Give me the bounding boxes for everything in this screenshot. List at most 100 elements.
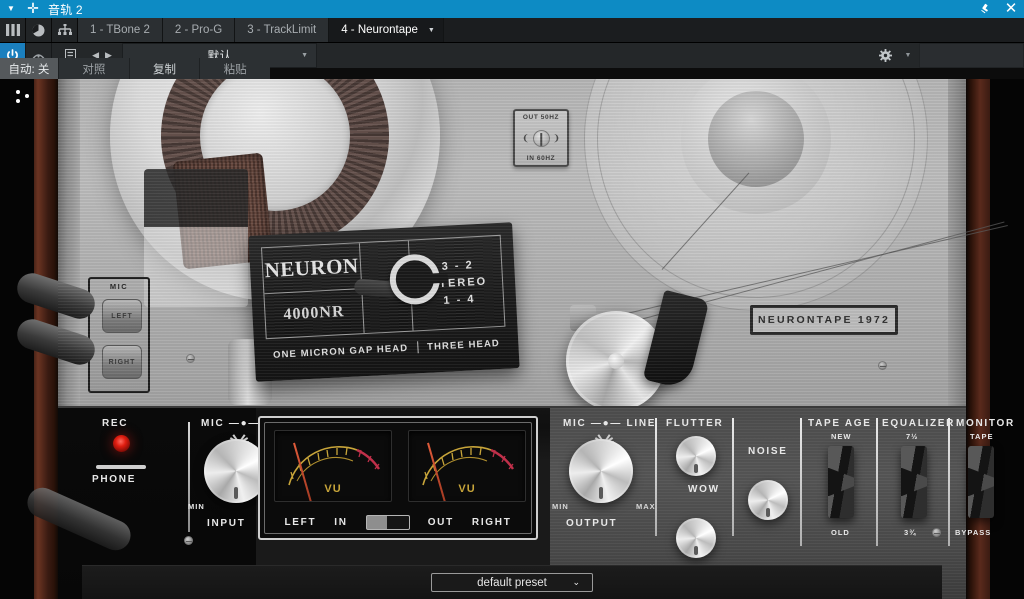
- preset-footer-bar: default preset ⌄: [82, 565, 942, 599]
- head-footer: ONE MICRON GAP HEAD THREE HEAD: [266, 337, 506, 362]
- plus-icon[interactable]: ✛: [22, 0, 44, 18]
- vu-meter-panel: VU VU LEFT IN OUT RIGHT: [258, 416, 538, 540]
- transport-faceplate: OUT 50HZ ❨ ❩ IN 60HZ NEURON 4000NR 3 - 2…: [13, 79, 1008, 411]
- mic-jack-right[interactable]: RIGHT: [102, 345, 142, 379]
- vu-right-label: RIGHT: [471, 516, 512, 528]
- tab-bar-filler: [443, 18, 1024, 42]
- chevron-down-icon[interactable]: ⌄: [572, 577, 580, 588]
- left-arrow-glyph: ❨: [521, 132, 530, 143]
- freq-in-label: IN 60HZ: [526, 155, 556, 162]
- output-gain-knob[interactable]: [569, 439, 633, 503]
- panel-divider: [732, 418, 734, 536]
- head-footer-divider: [416, 341, 419, 354]
- faceplate-right-edge: [948, 79, 966, 406]
- caret-down-icon[interactable]: ▼: [428, 27, 435, 34]
- vu-left-text: VU: [324, 483, 342, 495]
- gear-caret-icon[interactable]: ▼: [897, 43, 919, 68]
- wow-knob-pointer: [694, 546, 698, 555]
- vu-panel-footer: LEFT IN OUT RIGHT: [260, 512, 536, 532]
- deck-right-wood: [966, 79, 990, 599]
- meter-in-out-switch[interactable]: [365, 514, 410, 530]
- vu-right-text: VU: [458, 483, 476, 495]
- window-menu-caret-icon[interactable]: ▼: [0, 0, 22, 18]
- head-brand-name: NEURON: [262, 243, 362, 294]
- equalizer-label: EQUALIZER: [882, 418, 956, 429]
- phone-jack-slot[interactable]: [96, 465, 146, 469]
- routing-line-3: 1 - 4: [443, 293, 476, 307]
- tab-label: 2 - Pro-G: [174, 24, 223, 36]
- tab-1[interactable]: 1 - TBone 2: [78, 18, 163, 42]
- control-bar-field[interactable]: [919, 43, 1024, 68]
- compare-button[interactable]: 对照: [58, 58, 129, 79]
- freq-knob-row: ❨ ❩: [521, 129, 561, 147]
- panel-divider: [948, 418, 950, 546]
- right-arrow-glyph: ❩: [552, 132, 561, 143]
- routing-icon[interactable]: [52, 18, 78, 42]
- flutter-knob[interactable]: [676, 436, 716, 476]
- gear-icon[interactable]: [873, 43, 897, 68]
- monitor-tape-label: TAPE: [970, 432, 994, 441]
- automation-row: 自动: 关 对照 复制 粘贴: [0, 58, 271, 79]
- caret-down-icon[interactable]: ▼: [301, 52, 308, 59]
- monitor-label: MONITOR: [956, 418, 1015, 429]
- freq-out-label: OUT 50HZ: [522, 114, 560, 121]
- vu-left-label: LEFT: [284, 516, 317, 528]
- reel-core: [708, 91, 804, 187]
- head-model-number: 4000NR: [283, 302, 345, 324]
- input-source-mic: MIC: [201, 418, 225, 429]
- pin-icon[interactable]: [972, 0, 998, 18]
- input-min-label: MIN: [188, 502, 205, 511]
- control-bar-filler: [317, 43, 873, 68]
- noise-knob[interactable]: [748, 480, 788, 520]
- mic-jack-right-label: RIGHT: [108, 358, 136, 366]
- monitor-switch[interactable]: [968, 446, 994, 518]
- equalizer-switch[interactable]: [901, 446, 927, 518]
- pan-icon[interactable]: [26, 18, 52, 42]
- machine-nameplate: NEURONTAPE 1972: [750, 305, 898, 335]
- input-knob-pointer: [234, 487, 238, 499]
- control-panel: REC PHONE MIC —●— LINE: [22, 406, 1013, 599]
- mixer-icon[interactable]: [0, 18, 26, 42]
- takeup-reel-window: [144, 169, 248, 307]
- tension-arm[interactable]: [642, 289, 710, 391]
- output-min-label: MIN: [552, 502, 569, 511]
- mic-panel-title: MIC: [109, 282, 129, 291]
- output-max-label: MAX: [636, 502, 656, 511]
- takeup-reel[interactable]: [584, 79, 928, 311]
- plugin-preset-dropdown[interactable]: default preset ⌄: [431, 573, 593, 592]
- head-capstan-column: [353, 241, 442, 333]
- meter-out-label: OUT: [427, 516, 454, 528]
- equalizer-speed-top: 7½: [906, 432, 919, 441]
- panel-screw: [932, 528, 941, 537]
- output-source-line: LINE: [626, 418, 657, 429]
- paste-button[interactable]: 粘贴: [199, 58, 271, 79]
- mic-cable-left: [13, 269, 99, 323]
- panel-divider: [800, 418, 802, 546]
- tab-label: 1 - TBone 2: [90, 24, 150, 36]
- tab-2[interactable]: 2 - Pro-G: [162, 18, 236, 42]
- output-source-label: MIC —●— LINE: [563, 418, 656, 429]
- flutter-knob-pointer: [694, 464, 698, 473]
- head-count-label: THREE HEAD: [426, 337, 501, 353]
- automation-mode-label[interactable]: 自动: 关: [0, 58, 58, 79]
- routing-line-1: 3 - 2: [441, 259, 475, 273]
- panel-divider: [655, 418, 657, 536]
- plugin-tab-bar: 1 - TBone 2 2 - Pro-G 3 - TrackLimit 4 -…: [0, 18, 1024, 43]
- mic-jack-left[interactable]: LEFT: [102, 299, 142, 333]
- noise-knob-pointer: [766, 508, 770, 517]
- panel-divider: [876, 418, 878, 546]
- rec-led: [113, 435, 130, 452]
- line-frequency-plate[interactable]: OUT 50HZ ❨ ❩ IN 60HZ: [513, 109, 569, 167]
- wow-knob[interactable]: [676, 518, 716, 558]
- move-dots-cursor: [14, 87, 32, 105]
- slotted-screw-icon[interactable]: [532, 129, 550, 147]
- noise-label: NOISE: [748, 446, 788, 457]
- plugin-preset-value: default preset: [477, 576, 547, 589]
- copy-button[interactable]: 复制: [128, 58, 200, 79]
- tab-3[interactable]: 3 - TrackLimit: [235, 18, 330, 42]
- head-assembly[interactable]: NEURON 4000NR 3 - 2 STEREO 1 - 4 ONE MIC…: [248, 222, 520, 382]
- close-icon[interactable]: ✕: [998, 0, 1024, 18]
- plugin-window: ▼ ✛ 音轨 2 ✕ 1 - TBone 2 2 - Pro-G 3 - Tra…: [0, 0, 1024, 599]
- tab-4-neurontape[interactable]: 4 - Neurontape ▼: [329, 18, 444, 42]
- tape-age-switch[interactable]: [828, 446, 854, 518]
